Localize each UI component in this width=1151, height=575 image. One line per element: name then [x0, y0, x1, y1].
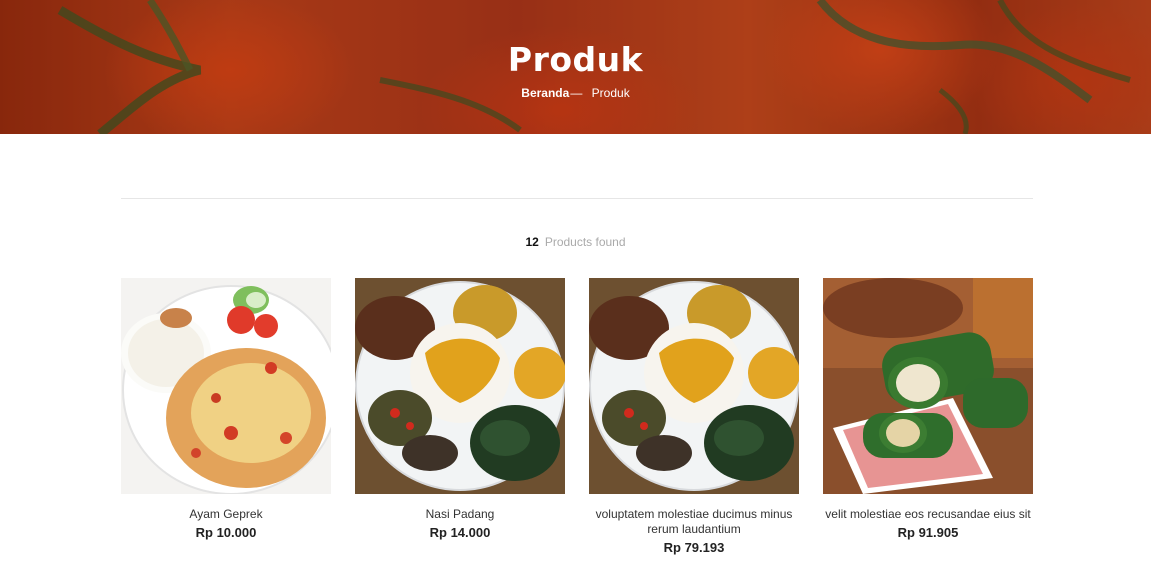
results-count-label: Products found [544, 235, 626, 249]
product-name[interactable]: voluptatem molestiae ducimus minus rerum… [589, 507, 799, 537]
results-count: 12 Products found [0, 235, 1151, 249]
product-card[interactable]: voluptatem molestiae ducimus minus rerum… [589, 278, 799, 555]
ayam-geprek-image[interactable] [121, 278, 331, 494]
page-title: Produk [507, 40, 644, 79]
page-hero-banner: Produk Beranda— Produk [0, 0, 1151, 134]
breadcrumb-separator: — [570, 86, 583, 100]
product-card[interactable]: velit molestiae eos recusandae eius sit … [823, 278, 1033, 540]
product-price: Rp 10.000 [195, 525, 257, 540]
product-name[interactable]: Nasi Padang [355, 507, 565, 522]
product-name[interactable]: Ayam Geprek [121, 507, 331, 522]
product-name[interactable]: velit molestiae eos recusandae eius sit [823, 507, 1033, 522]
lemper-image[interactable] [823, 278, 1033, 494]
breadcrumb: Beranda— Produk [0, 86, 1151, 100]
nasi-padang-image[interactable] [355, 278, 565, 494]
product-card[interactable]: Nasi Padang Rp 14.000 [355, 278, 565, 540]
results-count-number: 12 [525, 235, 539, 249]
section-divider [121, 198, 1033, 199]
nasi-padang-image[interactable] [589, 278, 799, 494]
product-price: Rp 14.000 [429, 525, 491, 540]
breadcrumb-home-link[interactable]: Beranda [521, 86, 569, 100]
product-price: Rp 79.193 [663, 540, 725, 555]
product-card[interactable]: Ayam Geprek Rp 10.000 [121, 278, 331, 540]
breadcrumb-current: Produk [591, 86, 630, 100]
product-price: Rp 91.905 [897, 525, 959, 540]
